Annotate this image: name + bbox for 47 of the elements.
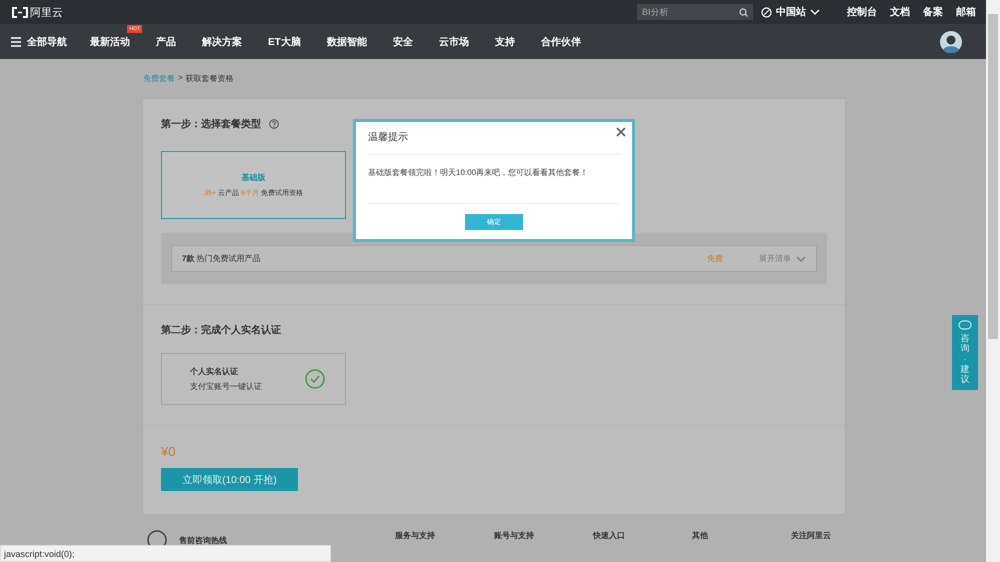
nav-item[interactable]: 安全 [392,35,413,49]
status-bar: javascript:void(0); [0,545,331,562]
nav-item[interactable]: 云市场 [438,35,469,49]
footer-column-title: 服务与支持 [395,530,436,541]
verification-title: 个人实名认证 [190,366,239,377]
logo-icon [12,6,28,18]
nav-item[interactable]: 合作伙伴 [540,35,581,49]
dialog-message: 基础版套餐领完啦！明天10:00再来吧，您可以看看其他套餐！ [368,155,620,204]
verification-subtitle: 支付宝账号一键认证 [190,381,263,392]
plan-name: 基础版 [242,172,266,183]
top-link[interactable]: 文档 [890,5,910,19]
footer-column-title: 账号与支持 [494,530,535,541]
price-label: 免费 [707,253,723,264]
scrollbar[interactable] [986,0,1000,562]
footer-column-title: 关注阿里云 [791,530,832,541]
help-icon [269,119,279,129]
search-field[interactable]: BI分析 [637,4,753,20]
menu-icon [11,37,21,47]
nav-item[interactable]: 数据智能 [326,35,367,49]
nav-item[interactable]: ET大脑 [268,35,301,49]
hotline-title: 售前咨询热线 [179,534,227,546]
chevron-down-icon [796,256,806,262]
breadcrumb-separator: > [178,73,183,84]
verification-option[interactable]: 个人实名认证 支付宝账号一键认证 [161,353,346,405]
top-link[interactable]: 备案 [923,5,943,19]
search-icon [739,8,748,17]
nav-item[interactable]: 最新活动 [90,35,130,49]
logo-text: 阿里云 [30,6,63,20]
top-link[interactable]: 邮箱 [956,5,976,19]
footer-column-title: 其他 [692,530,709,541]
step-title: 第一步：选择套餐类型 [161,118,261,131]
nav-item[interactable]: 产品 [156,35,176,49]
avatar-icon [940,31,962,53]
all-nav-menu[interactable]: 全部导航 [11,35,67,49]
price-amount: ¥0 [161,444,176,459]
step-title: 第二步：完成个人实名认证 [161,323,281,337]
nav-item[interactable]: 解决方案 [202,35,242,49]
dialog-title: 温馨提示 [368,130,409,144]
nav-item[interactable]: 支持 [494,35,515,49]
chevron-down-icon [810,9,820,15]
chat-bubble-icon [958,320,972,330]
close-icon[interactable] [616,127,626,137]
region-selector[interactable]: 中国站 [761,5,820,19]
footer-column-title: 快速入口 [593,530,626,541]
top-link[interactable]: 控制台 [847,5,877,19]
breadcrumb-current: 获取套餐资格 [186,73,234,84]
product-count-text: 7款 热门免费试用产品 [182,253,261,264]
